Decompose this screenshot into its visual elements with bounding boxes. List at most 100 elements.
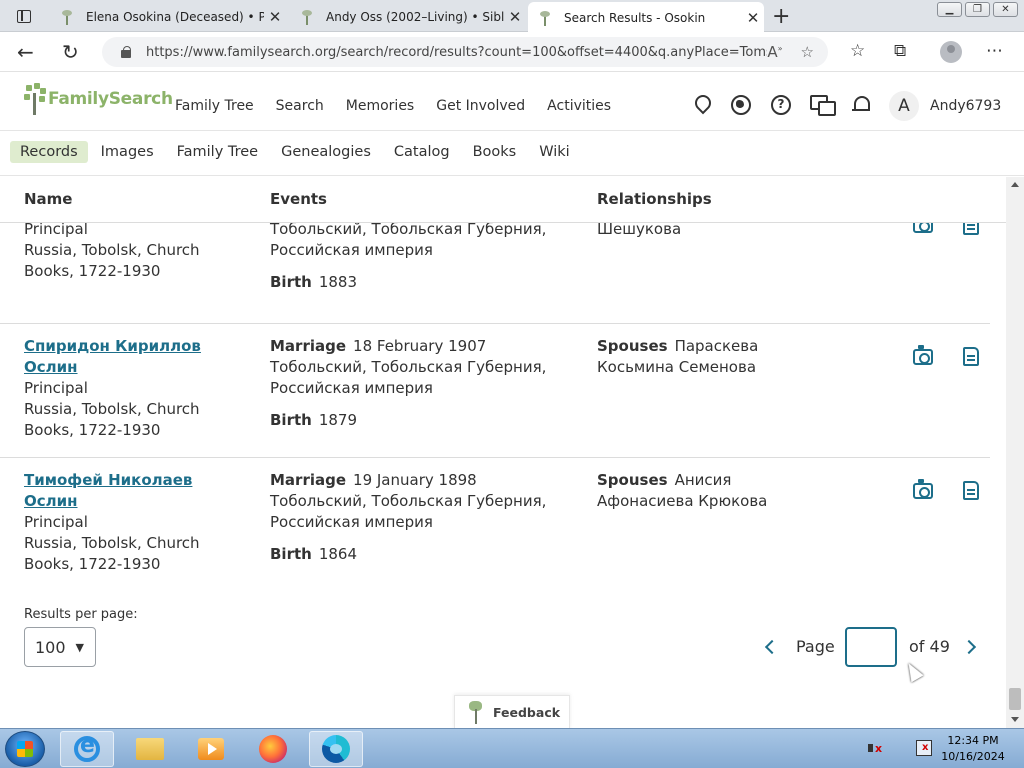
back-icon[interactable]: ←: [17, 40, 34, 64]
subnav-catalog[interactable]: Catalog: [384, 141, 460, 163]
favorites-icon[interactable]: ☆: [850, 41, 865, 61]
relationship-label: Spouses: [597, 471, 668, 489]
nav-search[interactable]: Search: [276, 98, 324, 114]
total-pages-label: of 49: [909, 637, 950, 656]
nav-memories[interactable]: Memories: [346, 98, 414, 114]
browser-toolbar: ← ↻ https://www.familysearch.org/search/…: [0, 32, 1024, 72]
profile-icon[interactable]: [940, 41, 962, 63]
url-text: https://www.familysearch.org/search/reco…: [146, 44, 768, 60]
tab-title: Elena Osokina (Deceased) • Pers: [86, 10, 264, 24]
folder-icon: [136, 738, 164, 760]
notifications-bell-icon[interactable]: [851, 95, 871, 115]
person-name-link[interactable]: Спиридон Кириллов Ослин: [24, 336, 244, 378]
messages-icon[interactable]: [810, 95, 836, 116]
relationship-label: Spouses: [597, 337, 668, 355]
subnav-family-tree[interactable]: Family Tree: [167, 141, 268, 163]
location-pin-icon[interactable]: [692, 95, 712, 115]
tree-logo-icon: [24, 83, 46, 115]
results-column-header: Name Events Relationships: [0, 177, 1006, 223]
collections-icon[interactable]: ⧉: [894, 41, 906, 61]
read-aloud-icon[interactable]: A»: [767, 43, 782, 61]
chevron-down-icon: ▼: [75, 640, 85, 654]
results-panel: Name Events Relationships Principal Russ…: [0, 177, 1006, 728]
feedback-button[interactable]: Feedback: [454, 695, 570, 728]
tree-icon: [467, 700, 485, 725]
browser-tab[interactable]: Andy Oss (2002–Living) • Sibling ✕: [290, 2, 526, 32]
scrollbar-thumb[interactable]: [1009, 688, 1021, 710]
lock-icon[interactable]: [120, 46, 132, 58]
subnav-records[interactable]: Records: [10, 141, 88, 163]
taskbar-file-explorer[interactable]: [123, 731, 177, 767]
subnav-wiki[interactable]: Wiki: [529, 141, 579, 163]
results-per-page-label: Results per page:: [24, 607, 138, 622]
taskbar-media-player[interactable]: [184, 731, 238, 767]
camera-icon[interactable]: [913, 345, 933, 365]
results-per-page-select[interactable]: 100 ▼: [24, 627, 96, 667]
results-per-page-value: 100: [35, 637, 66, 657]
logo-text: FamilySearch: [48, 89, 173, 109]
scroll-down-icon[interactable]: [1011, 717, 1019, 722]
taskbar-firefox[interactable]: [246, 731, 300, 767]
document-icon[interactable]: [963, 481, 979, 500]
familysearch-logo[interactable]: FamilySearch: [24, 83, 173, 115]
globe-icon[interactable]: [731, 95, 751, 115]
camera-icon[interactable]: [913, 479, 933, 499]
feedback-label: Feedback: [493, 705, 561, 720]
more-menu-icon[interactable]: ⋯: [986, 41, 1003, 61]
add-favorite-icon[interactable]: ☆: [801, 43, 814, 61]
vertical-scrollbar[interactable]: [1006, 177, 1024, 728]
close-window-icon[interactable]: ✕: [993, 2, 1018, 17]
column-relationships: Relationships: [597, 190, 712, 208]
minimize-icon[interactable]: ▁: [937, 2, 962, 17]
document-icon[interactable]: [963, 347, 979, 366]
maximize-icon[interactable]: ❐: [965, 2, 990, 17]
event-place: Тобольский, Тобольская Губерния, Российс…: [270, 220, 547, 259]
birth-year: 1879: [318, 411, 358, 429]
refresh-icon[interactable]: ↻: [62, 40, 79, 64]
network-disconnected-icon[interactable]: [916, 740, 932, 756]
previous-page-icon[interactable]: [762, 627, 780, 667]
subnav-books[interactable]: Books: [463, 141, 527, 163]
birth-label: Birth: [270, 545, 312, 563]
event-label: Marriage: [270, 337, 347, 355]
person-name-link[interactable]: Тимофей Николаев Ослин: [24, 470, 244, 512]
clock-time: 12:34 PM: [947, 734, 999, 747]
address-bar[interactable]: https://www.familysearch.org/search/reco…: [102, 37, 828, 67]
user-avatar[interactable]: A: [889, 91, 919, 121]
start-button[interactable]: [5, 731, 45, 767]
page-number-input[interactable]: [845, 627, 897, 667]
volume-muted-icon[interactable]: [868, 740, 884, 756]
firefox-icon: [259, 735, 287, 763]
nav-activities[interactable]: Activities: [547, 98, 611, 114]
internet-explorer-icon: [74, 733, 100, 762]
scroll-up-icon[interactable]: [1011, 182, 1019, 187]
result-row: Спиридон Кириллов Ослин Principal Russia…: [0, 324, 990, 458]
clock-date: 10/16/2024: [941, 750, 1005, 763]
column-name: Name: [24, 190, 73, 208]
nav-family-tree[interactable]: Family Tree: [175, 98, 254, 114]
taskbar-internet-explorer[interactable]: [60, 731, 114, 767]
taskbar-edge[interactable]: [309, 731, 363, 767]
close-tab-icon[interactable]: ✕: [264, 8, 286, 26]
event-place: Тобольский, Тобольская Губерния, Российс…: [270, 492, 547, 531]
nav-get-involved[interactable]: Get Involved: [436, 98, 525, 114]
familysearch-favicon-icon: [60, 9, 76, 25]
system-clock[interactable]: 12:34 PM 10/16/2024: [940, 733, 1006, 765]
subnav-images[interactable]: Images: [91, 141, 164, 163]
tab-actions-icon[interactable]: [10, 7, 38, 27]
browser-tab[interactable]: Elena Osokina (Deceased) • Pers ✕: [50, 2, 286, 32]
username[interactable]: Andy6793: [930, 98, 1001, 114]
close-tab-icon[interactable]: ✕: [742, 9, 764, 27]
event-place: Тобольский, Тобольская Губерния, Российс…: [270, 358, 547, 397]
browser-tab-active[interactable]: Search Results - Osokin ✕: [528, 2, 764, 33]
main-nav: Family Tree Search Memories Get Involved…: [175, 98, 611, 114]
next-page-icon[interactable]: [962, 627, 980, 667]
subnav-genealogies[interactable]: Genealogies: [271, 141, 381, 163]
windows-taskbar: 12:34 PM 10/16/2024: [0, 728, 1024, 768]
event-label: Marriage: [270, 471, 347, 489]
media-player-icon: [198, 738, 224, 760]
birth-year: 1864: [318, 545, 358, 563]
close-tab-icon[interactable]: ✕: [504, 8, 526, 26]
new-tab-icon[interactable]: +: [772, 4, 790, 29]
help-icon[interactable]: ?: [771, 95, 791, 115]
